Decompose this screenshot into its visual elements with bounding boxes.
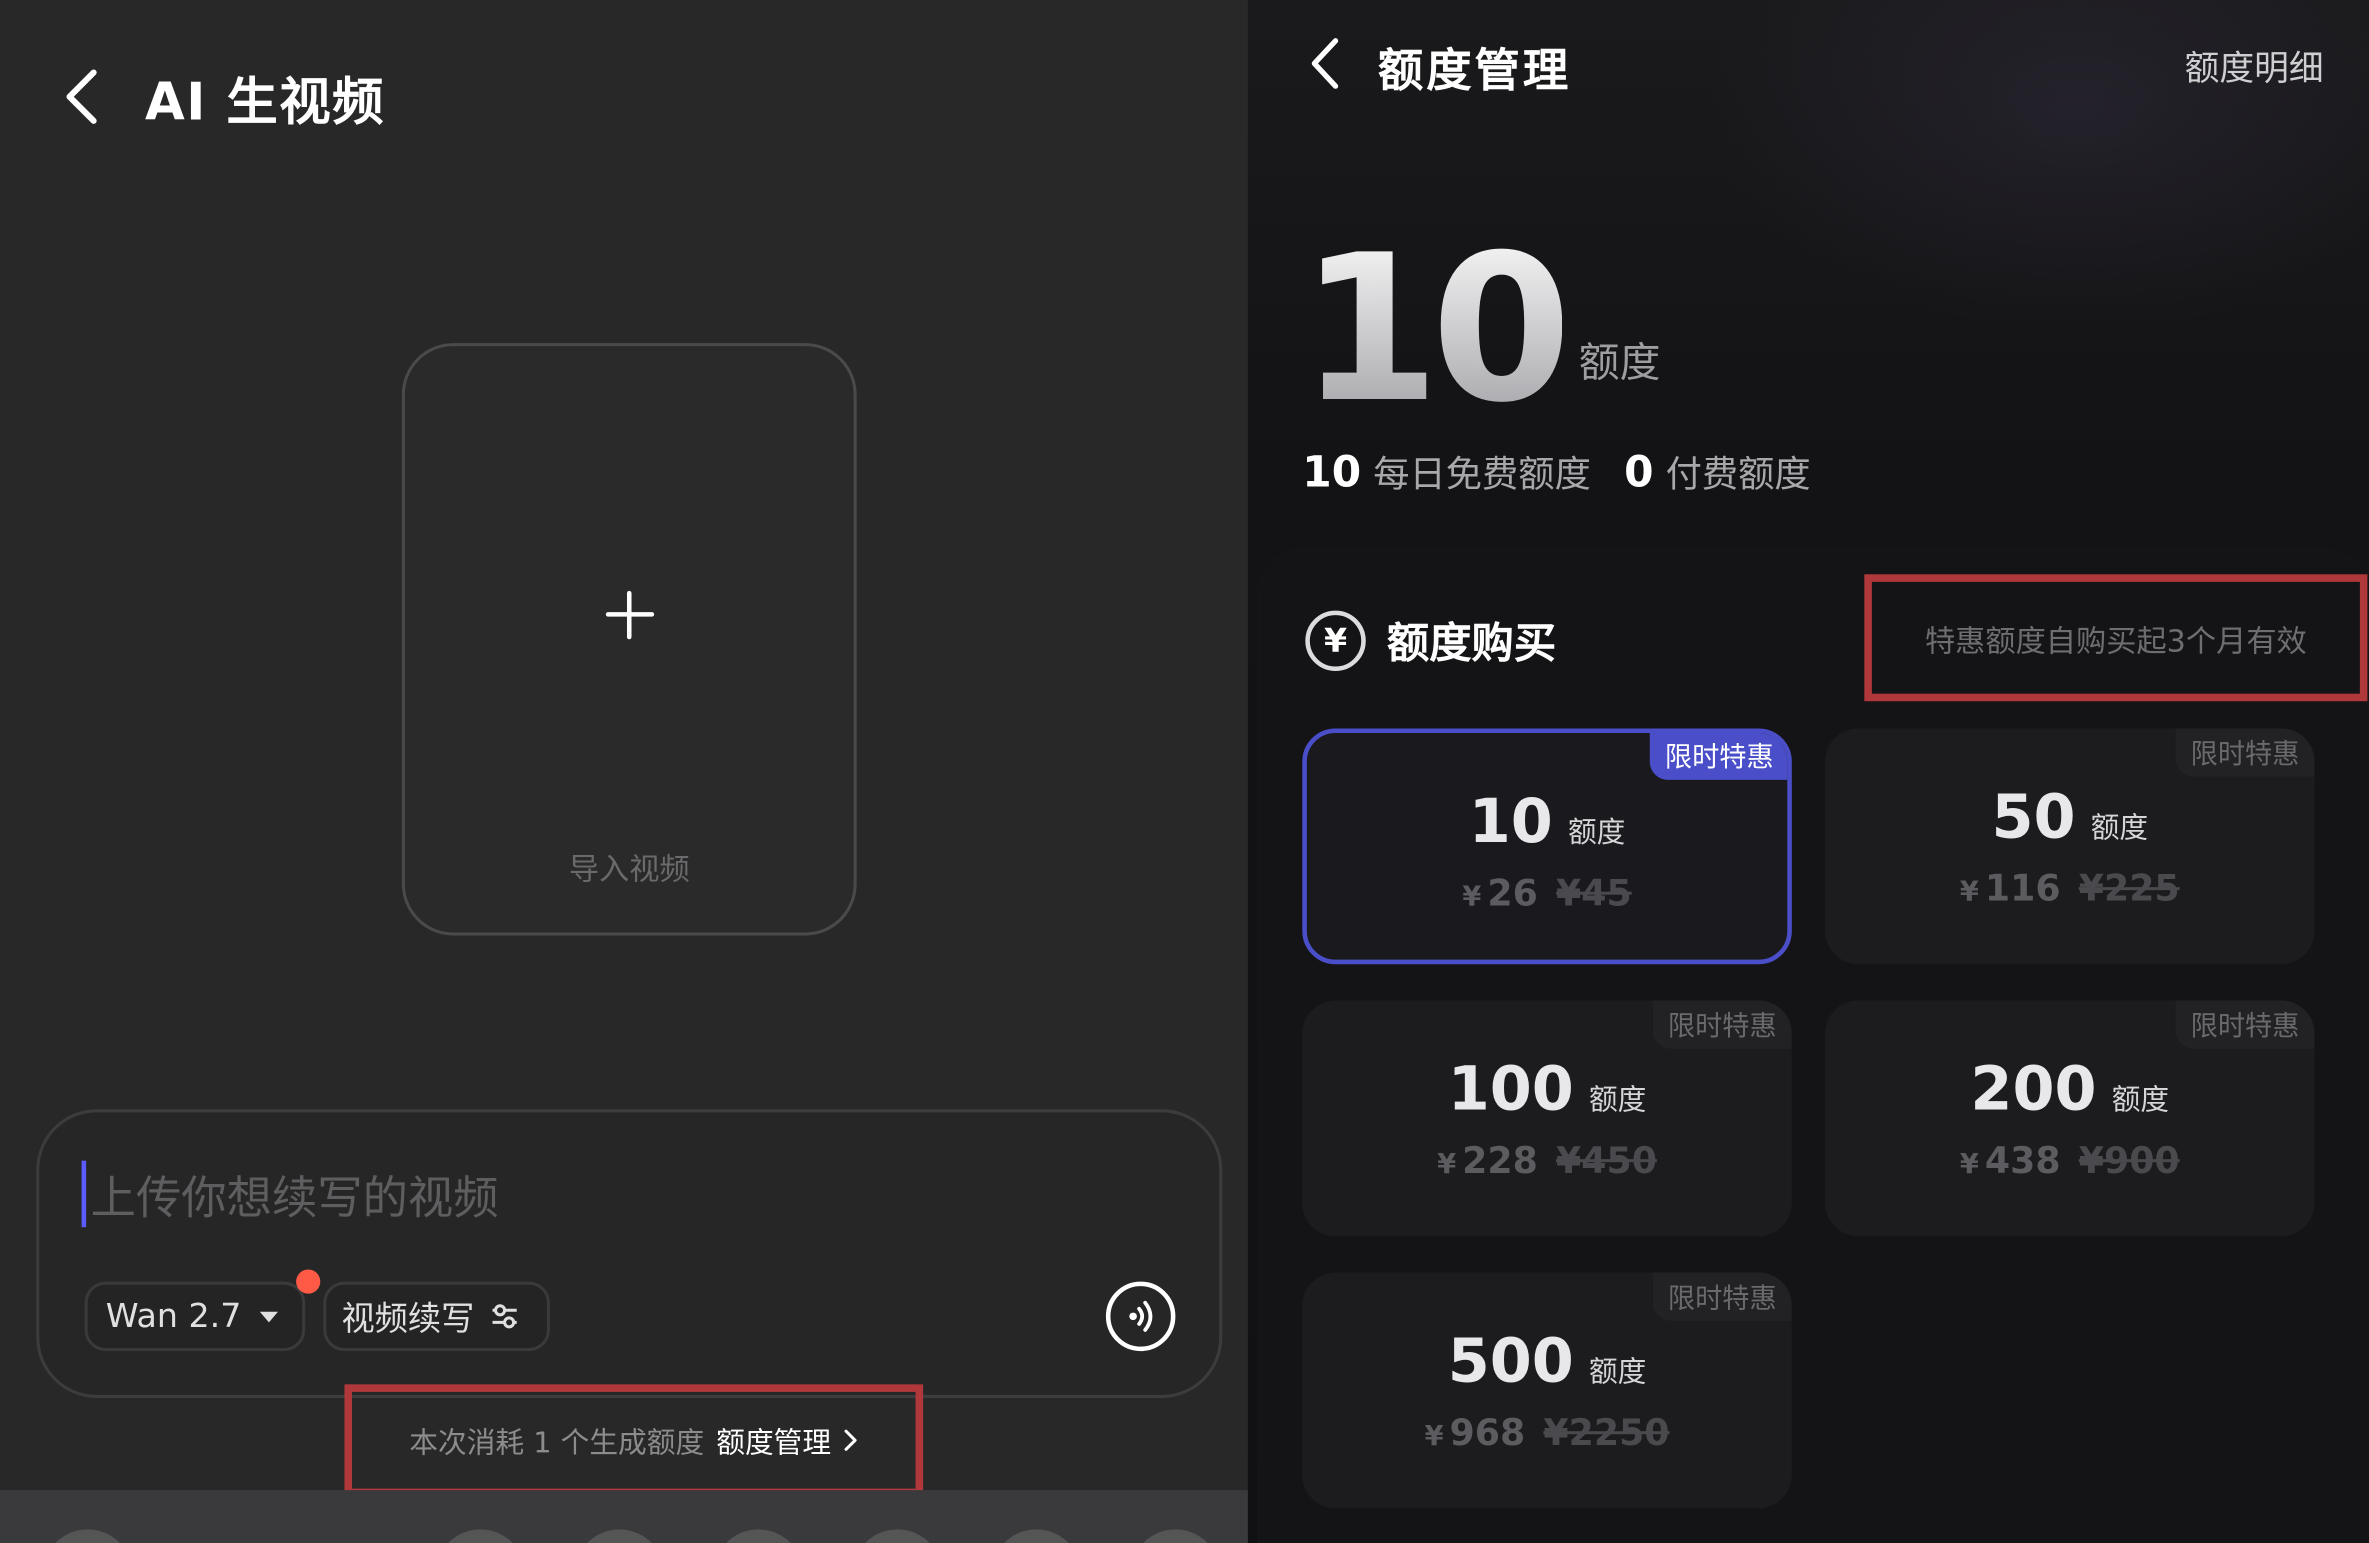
package-price: ¥438 ¥900 [1825, 1140, 2314, 1182]
original-price: ¥450 [1556, 1139, 1657, 1182]
purchase-title: 额度购买 [1386, 618, 1557, 668]
toolbar-item[interactable] [713, 1529, 804, 1543]
package-amount-unit: 额度 [1588, 1355, 1647, 1389]
toolbar-item[interactable] [574, 1529, 665, 1543]
package-card[interactable]: 限时特惠 500 额度 ¥968 ¥2250 [1302, 1272, 1792, 1509]
sale-price: 26 [1487, 872, 1538, 915]
package-amount: 500 额度 [1302, 1327, 1791, 1397]
package-amount: 10 额度 [1307, 787, 1787, 857]
screenshot-stage: AI 生视频 导入视频 上传你想续写的视频 Wan 2.7 视频续写 本次消耗 … [0, 0, 2369, 1543]
chevron-left-icon [66, 69, 97, 124]
sale-price: 968 [1449, 1411, 1526, 1454]
quota-cost-text: 本次消耗 1 个生成额度 [409, 1425, 705, 1460]
sound-wave-icon [1129, 1300, 1153, 1332]
yen-coin-icon: ¥ [1305, 610, 1366, 672]
package-amount-value: 200 [1970, 1054, 2097, 1125]
paid-quota-label: 付费额度 [1665, 453, 1811, 496]
original-price: ¥900 [2078, 1139, 2180, 1182]
limited-offer-tag: 限时特惠 [1652, 1272, 1792, 1321]
package-card[interactable]: 限时特惠 100 额度 ¥228 ¥450 [1302, 1000, 1792, 1237]
limited-offer-tag: 限时特惠 [1652, 1000, 1792, 1049]
package-amount-value: 50 [1991, 782, 2076, 853]
quota-detail-link[interactable]: 额度明细 [2185, 39, 2324, 90]
free-quota-label: 每日免费额度 [1373, 453, 1591, 496]
text-cursor [81, 1160, 87, 1228]
model-label: Wan 2.7 [105, 1297, 242, 1336]
package-amount-unit: 额度 [2090, 811, 2149, 845]
quota-breakdown: 10 每日免费额度 0 付费额度 [1302, 444, 1810, 497]
quota-management-link[interactable]: 额度管理 [716, 1420, 831, 1461]
quota-management-screen: 额度管理 额度明细 10 额度 10 每日免费额度 0 付费额度 ¥ 额度购买 … [1247, 0, 2369, 1543]
plus-icon [605, 590, 654, 640]
chevron-left-icon [1311, 38, 1339, 89]
mode-selector[interactable]: 视频续写 [323, 1281, 550, 1352]
currency-symbol: ¥ [1959, 1148, 1979, 1181]
original-price: ¥2250 [1543, 1411, 1670, 1454]
package-amount: 200 额度 [1825, 1055, 2314, 1125]
purchase-header: ¥ 额度购买 [1305, 610, 1557, 672]
currency-symbol: ¥ [1462, 881, 1482, 913]
toolbar-item[interactable] [852, 1529, 943, 1543]
currency-symbol: ¥ [1437, 1148, 1457, 1181]
package-amount: 100 额度 [1302, 1055, 1791, 1125]
sale-price: 438 [1984, 1139, 2061, 1182]
sale-price: 116 [1984, 867, 2061, 910]
page-title: 额度管理 [1377, 45, 1572, 99]
currency-symbol: ¥ [1959, 876, 1979, 909]
total-quota-value: 10 [1299, 211, 1572, 448]
sliders-icon [492, 1304, 517, 1329]
free-quota-value: 10 [1302, 447, 1362, 498]
package-card[interactable]: 限时特惠 50 额度 ¥116 ¥225 [1825, 728, 2315, 965]
toolbar-item[interactable] [435, 1529, 526, 1543]
quota-usage-bar[interactable]: 本次消耗 1 个生成额度 额度管理 [344, 1384, 924, 1497]
limited-offer-tag: 限时特惠 [2175, 728, 2315, 777]
limited-offer-tag: 限时特惠 [1649, 732, 1788, 780]
promo-validity-note: 特惠额度自购买起3个月有效 [1864, 574, 2368, 702]
currency-symbol: ¥ [1424, 1420, 1444, 1453]
original-price: ¥225 [2078, 867, 2180, 910]
toolbar-item[interactable] [991, 1529, 1082, 1543]
back-button[interactable] [1302, 33, 1344, 93]
paid-quota-value: 0 [1624, 447, 1654, 498]
voice-input-button[interactable] [1105, 1281, 1176, 1352]
package-card[interactable]: 限时特惠 200 额度 ¥438 ¥900 [1825, 1000, 2315, 1237]
page-title: AI 生视频 [145, 72, 385, 133]
back-button[interactable] [54, 63, 114, 129]
prompt-composer[interactable]: 上传你想续写的视频 Wan 2.7 视频续写 [36, 1109, 1223, 1398]
total-quota-unit: 额度 [1578, 340, 1661, 387]
sale-price: 228 [1462, 1139, 1538, 1182]
import-video-label: 导入视频 [568, 850, 690, 888]
package-amount-unit: 额度 [2111, 1083, 2170, 1117]
package-price: ¥116 ¥225 [1825, 867, 2314, 909]
package-amount-value: 100 [1447, 1054, 1574, 1125]
import-video-card[interactable]: 导入视频 [401, 343, 857, 936]
model-selector[interactable]: Wan 2.7 [84, 1269, 321, 1352]
toolbar-item[interactable] [42, 1529, 133, 1543]
package-card[interactable]: 限时特惠 10 额度 ¥26 ¥45 [1302, 728, 1792, 965]
package-amount-value: 500 [1447, 1326, 1574, 1397]
package-amount: 50 额度 [1825, 783, 2314, 853]
notification-dot [296, 1269, 321, 1294]
bottom-toolbar [0, 1490, 1248, 1543]
chevron-right-icon [844, 1429, 857, 1451]
toolbar-item[interactable] [1130, 1529, 1221, 1543]
package-price: ¥228 ¥450 [1302, 1140, 1791, 1182]
package-price: ¥26 ¥45 [1307, 872, 1787, 914]
limited-offer-tag: 限时特惠 [2175, 1000, 2315, 1049]
caret-down-icon [259, 1311, 278, 1322]
mode-label: 视频续写 [341, 1301, 475, 1340]
original-price: ¥45 [1555, 872, 1632, 915]
package-amount-unit: 额度 [1567, 816, 1626, 850]
package-price: ¥968 ¥2250 [1302, 1412, 1791, 1454]
ai-video-screen: AI 生视频 导入视频 上传你想续写的视频 Wan 2.7 视频续写 本次消耗 … [0, 0, 1248, 1543]
package-amount-unit: 额度 [1588, 1083, 1647, 1117]
package-amount-value: 10 [1468, 787, 1553, 857]
prompt-input[interactable]: 上传你想续写的视频 [91, 1161, 499, 1227]
